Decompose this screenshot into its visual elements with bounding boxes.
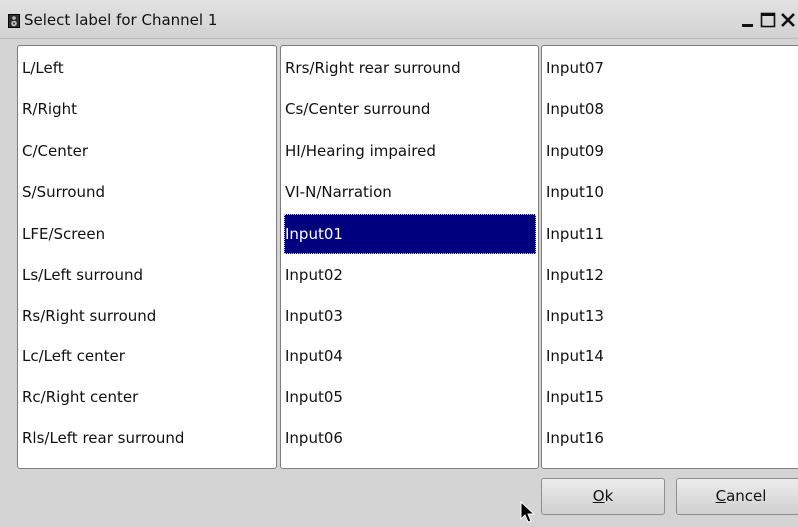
label-option[interactable]: Cs/Center surround bbox=[284, 97, 536, 122]
cancel-label-rest: ancel bbox=[726, 487, 767, 505]
label-option[interactable]: Ls/Left surround bbox=[21, 263, 273, 288]
cancel-button[interactable]: Cancel bbox=[676, 478, 798, 515]
label-option[interactable]: Input09 bbox=[545, 139, 798, 164]
label-option[interactable]: Input04 bbox=[284, 344, 536, 369]
label-option[interactable]: Rls/Left rear surround bbox=[21, 426, 273, 451]
label-option[interactable]: Input12 bbox=[545, 263, 798, 288]
label-option[interactable]: Input16 bbox=[545, 426, 798, 451]
label-option[interactable]: Input05 bbox=[284, 385, 536, 410]
label-option[interactable]: LFE/Screen bbox=[21, 222, 273, 247]
label-option[interactable]: Input08 bbox=[545, 97, 798, 122]
label-list-column-1[interactable]: L/Left R/Right C/Center S/Surround LFE/S… bbox=[17, 45, 277, 469]
label-option[interactable]: Input06 bbox=[284, 426, 536, 451]
label-option[interactable]: Input15 bbox=[545, 385, 798, 410]
select-label-dialog: Select label for Channel 1 L/Left R/Righ… bbox=[0, 0, 798, 527]
label-option[interactable]: HI/Hearing impaired bbox=[284, 139, 536, 164]
label-option[interactable]: Rrs/Right rear surround bbox=[284, 56, 536, 81]
label-list-column-3[interactable]: Input07 Input08 Input09 Input10 Input11 … bbox=[541, 45, 798, 469]
speaker-icon bbox=[8, 13, 20, 28]
label-option[interactable]: Input14 bbox=[545, 344, 798, 369]
label-option[interactable]: S/Surround bbox=[21, 180, 273, 205]
title-bar[interactable]: Select label for Channel 1 bbox=[0, 0, 798, 39]
cancel-mnemonic: C bbox=[715, 487, 727, 505]
label-list-column-2[interactable]: Rrs/Right rear surround Cs/Center surrou… bbox=[280, 45, 539, 469]
label-option[interactable]: Input02 bbox=[284, 263, 536, 288]
close-icon[interactable] bbox=[780, 12, 796, 28]
label-option[interactable]: L/Left bbox=[21, 56, 273, 81]
label-option[interactable]: Input11 bbox=[545, 222, 798, 247]
ok-label-rest: k bbox=[604, 487, 614, 505]
label-option[interactable]: Rs/Right surround bbox=[21, 304, 273, 329]
label-option-selected[interactable]: Input01 bbox=[284, 214, 536, 254]
label-option[interactable]: Input13 bbox=[545, 304, 798, 329]
label-option[interactable]: Rc/Right center bbox=[21, 385, 273, 410]
minimize-icon[interactable] bbox=[740, 12, 756, 28]
label-option[interactable]: R/Right bbox=[21, 97, 273, 122]
window-title: Select label for Channel 1 bbox=[24, 11, 218, 29]
label-option[interactable]: Input07 bbox=[545, 56, 798, 81]
label-option[interactable]: VI-N/Narration bbox=[284, 180, 536, 205]
label-option[interactable]: Input10 bbox=[545, 180, 798, 205]
maximize-icon[interactable] bbox=[760, 12, 776, 28]
label-option[interactable]: Input03 bbox=[284, 304, 536, 329]
label-option[interactable]: C/Center bbox=[21, 139, 273, 164]
label-option[interactable]: Lc/Left center bbox=[21, 344, 273, 369]
ok-mnemonic: O bbox=[592, 487, 605, 505]
ok-button[interactable]: Ok bbox=[541, 478, 665, 515]
label-columns: L/Left R/Right C/Center S/Surround LFE/S… bbox=[15, 45, 798, 472]
mouse-pointer-icon bbox=[520, 500, 536, 525]
